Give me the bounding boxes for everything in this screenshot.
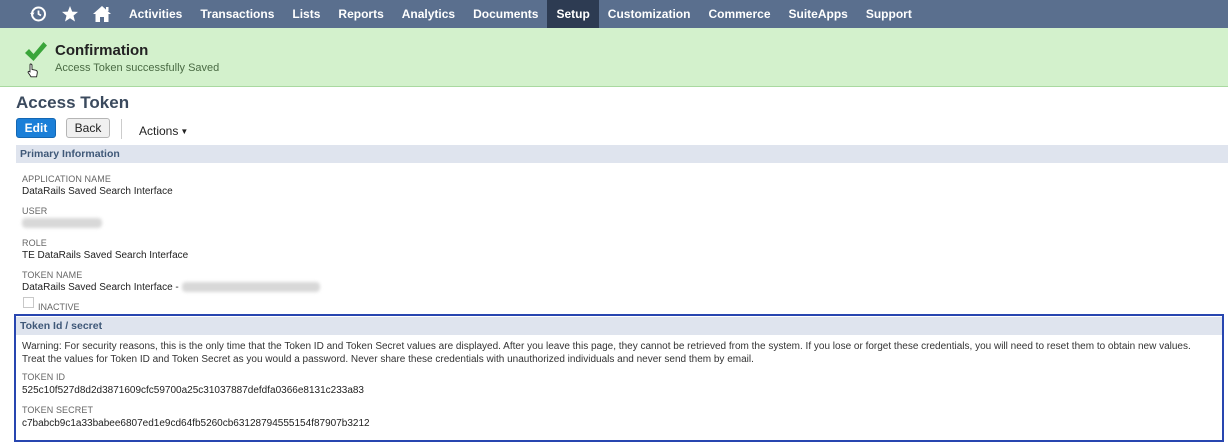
token-name-value: DataRails Saved Search Interface -: [22, 282, 320, 293]
confirmation-message: Access Token successfully Saved: [55, 62, 220, 74]
back-button[interactable]: Back: [66, 118, 110, 138]
inactive-checkbox[interactable]: [23, 297, 34, 308]
token-secret-section: Token Id / secret Warning: For security …: [14, 314, 1224, 442]
security-warning: Warning: For security reasons, this is t…: [22, 340, 1217, 366]
actions-menu[interactable]: Actions ▼: [139, 124, 188, 138]
token-secret-value: c7babcb9c1a33babee6807ed1e9cd64fb5260cb6…: [22, 418, 370, 429]
nav-analytics[interactable]: Analytics: [393, 0, 464, 28]
confirmation-title: Confirmation: [55, 42, 149, 59]
nav-setup[interactable]: Setup: [547, 0, 599, 28]
edit-button[interactable]: Edit: [16, 118, 56, 138]
token-secret-label: TOKEN SECRET: [22, 405, 94, 415]
token-section-title: Token Id / secret: [20, 320, 103, 332]
token-name-redacted: [181, 282, 320, 293]
home-icon[interactable]: [86, 0, 118, 28]
nav-support[interactable]: Support: [857, 0, 921, 28]
toolbar-divider: [121, 119, 122, 139]
nav-documents[interactable]: Documents: [464, 0, 547, 28]
token-id-label: TOKEN ID: [22, 372, 66, 382]
page-title: Access Token: [16, 93, 130, 112]
star-icon[interactable]: [54, 0, 86, 28]
main-menu: Activities Transactions Lists Reports An…: [120, 0, 921, 28]
token-name-label: TOKEN NAME: [22, 270, 83, 280]
recent-history-icon[interactable]: [22, 0, 54, 28]
token-name-text: DataRails Saved Search Interface -: [22, 282, 179, 293]
hand-cursor-icon: [27, 63, 39, 83]
nav-customization[interactable]: Customization: [599, 0, 700, 28]
nav-transactions[interactable]: Transactions: [191, 0, 283, 28]
top-navigation-bar: Activities Transactions Lists Reports An…: [0, 0, 1228, 28]
warning-line-2: Treat the values for Token ID and Token …: [22, 354, 754, 365]
caret-down-icon: ▼: [180, 127, 189, 136]
confirmation-banner: Confirmation Access Token successfully S…: [0, 28, 1228, 87]
user-label: USER: [22, 206, 48, 216]
warning-line-1: Warning: For security reasons, this is t…: [22, 341, 1191, 352]
application-name-label: APPLICATION NAME: [22, 174, 111, 184]
role-label: ROLE: [22, 238, 47, 248]
nav-reports[interactable]: Reports: [329, 0, 392, 28]
nav-activities[interactable]: Activities: [120, 0, 191, 28]
inactive-label: INACTIVE: [38, 302, 80, 312]
nav-commerce[interactable]: Commerce: [699, 0, 779, 28]
nav-suiteapps[interactable]: SuiteApps: [780, 0, 857, 28]
nav-lists[interactable]: Lists: [283, 0, 329, 28]
primary-information-header: Primary Information: [16, 145, 1228, 163]
role-value: TE DataRails Saved Search Interface: [22, 250, 189, 261]
token-section-header: Token Id / secret: [16, 317, 1222, 335]
user-value-redacted: [22, 218, 102, 229]
actions-label: Actions: [139, 124, 179, 138]
token-id-value: 525c10f527d8d2d3871609cfc59700a25c310378…: [22, 385, 364, 396]
application-name-value: DataRails Saved Search Interface: [22, 186, 173, 197]
primary-information-title: Primary Information: [20, 148, 120, 160]
